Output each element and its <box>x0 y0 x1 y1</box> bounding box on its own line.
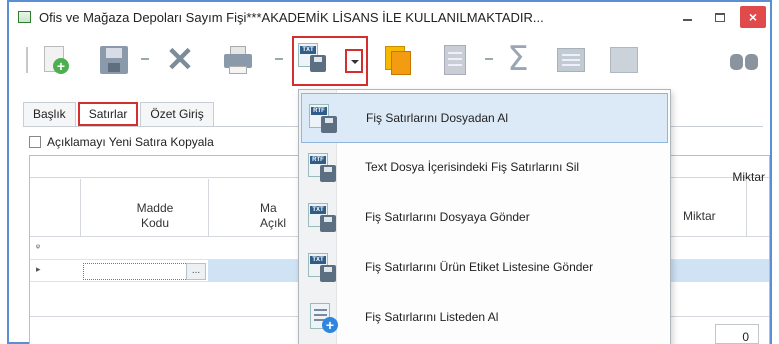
toolbar-separator <box>485 58 493 60</box>
tab-ozet-giris[interactable]: Özet Giriş <box>140 102 214 126</box>
import-export-dropdown-button[interactable] <box>345 49 363 73</box>
find-button[interactable] <box>727 44 761 76</box>
tab-baslik[interactable]: Başlık <box>23 102 76 126</box>
column-header-miktar[interactable]: Miktar <box>683 209 716 223</box>
list-add-icon: + <box>308 303 338 333</box>
window-title: Ofis ve Mağaza Depoları Sayım Fişi***AKA… <box>39 10 544 25</box>
toolbar-separator <box>26 47 28 73</box>
chevron-down-icon <box>351 60 359 64</box>
txt-file-icon: TXT <box>308 253 338 283</box>
toolbar-separator <box>141 58 149 60</box>
binoculars-icon <box>730 54 743 70</box>
title-bar: Ofis ve Mağaza Depoları Sayım Fişi***AKA… <box>9 2 770 32</box>
column-header-madde-kodu[interactable]: Madde Kodu <box>90 201 220 231</box>
lookup-button[interactable]: ... <box>186 263 206 280</box>
menu-item-delete-text-lines[interactable]: RTF Text Dosya İçerisindeki Fiş Satırlar… <box>301 143 668 193</box>
rtf-file-icon: RTF <box>309 104 339 134</box>
table-icon <box>610 47 638 73</box>
maximize-icon <box>715 12 725 22</box>
sum-button[interactable]: Σ <box>501 42 535 76</box>
menu-item-import-from-list[interactable]: + Fiş Satırlarını Listeden Al <box>301 293 668 343</box>
add-icon: + <box>53 58 69 74</box>
main-window: Ofis ve Mağaza Depoları Sayım Fişi***AKA… <box>7 0 772 344</box>
copy-description-label: Açıklamayı Yeni Satıra Kopyala <box>47 135 214 149</box>
import-export-icon: TXT <box>298 43 328 73</box>
copy-description-checkbox[interactable] <box>29 136 41 148</box>
save-button[interactable] <box>97 44 131 76</box>
import-export-button[interactable]: TXT <box>298 43 332 75</box>
delete-button[interactable]: ✕ <box>163 43 197 77</box>
rtf-file-icon: RTF <box>308 153 338 183</box>
toolbar: + ✕ TXT Σ <box>9 32 770 92</box>
maximize-button[interactable] <box>706 6 734 28</box>
tab-satirlar[interactable]: Satırlar <box>77 102 139 126</box>
copy-button[interactable] <box>381 44 415 76</box>
document-button[interactable] <box>438 44 472 76</box>
grid-button[interactable] <box>554 44 588 76</box>
column-header-aciklama[interactable]: Ma Açıkl <box>260 201 286 231</box>
menu-item-send-to-label-list[interactable]: TXT Fiş Satırlarını Ürün Etiket Listesin… <box>301 243 668 293</box>
footer-total-value: 0 <box>742 330 749 344</box>
import-export-menu: RTF Fiş Satırlarını Dosyadan Al RTF Text… <box>298 89 671 344</box>
new-row-icon: ᵠ <box>36 242 40 252</box>
minimize-button[interactable] <box>673 6 701 28</box>
txt-file-icon: TXT <box>308 203 338 233</box>
app-icon <box>18 11 31 23</box>
current-row-icon: ▸ <box>36 264 41 274</box>
new-record-button[interactable]: + <box>39 44 73 76</box>
copy-description-option[interactable]: Açıklamayı Yeni Satıra Kopyala <box>29 135 214 149</box>
close-button[interactable]: × <box>740 6 766 28</box>
footer-total-cell <box>715 324 759 344</box>
toolbar-separator <box>275 58 283 60</box>
minimize-icon <box>682 19 692 21</box>
tab-strip: Başlık Satırlar Özet Giriş <box>23 102 216 128</box>
print-button[interactable] <box>221 44 255 76</box>
table-button[interactable] <box>607 44 641 76</box>
document-icon <box>444 45 466 75</box>
grid-icon <box>557 48 585 72</box>
menu-item-export-to-file[interactable]: TXT Fiş Satırlarını Dosyaya Gönder <box>301 193 668 243</box>
menu-item-import-from-file[interactable]: RTF Fiş Satırlarını Dosyadan Al <box>301 93 668 143</box>
